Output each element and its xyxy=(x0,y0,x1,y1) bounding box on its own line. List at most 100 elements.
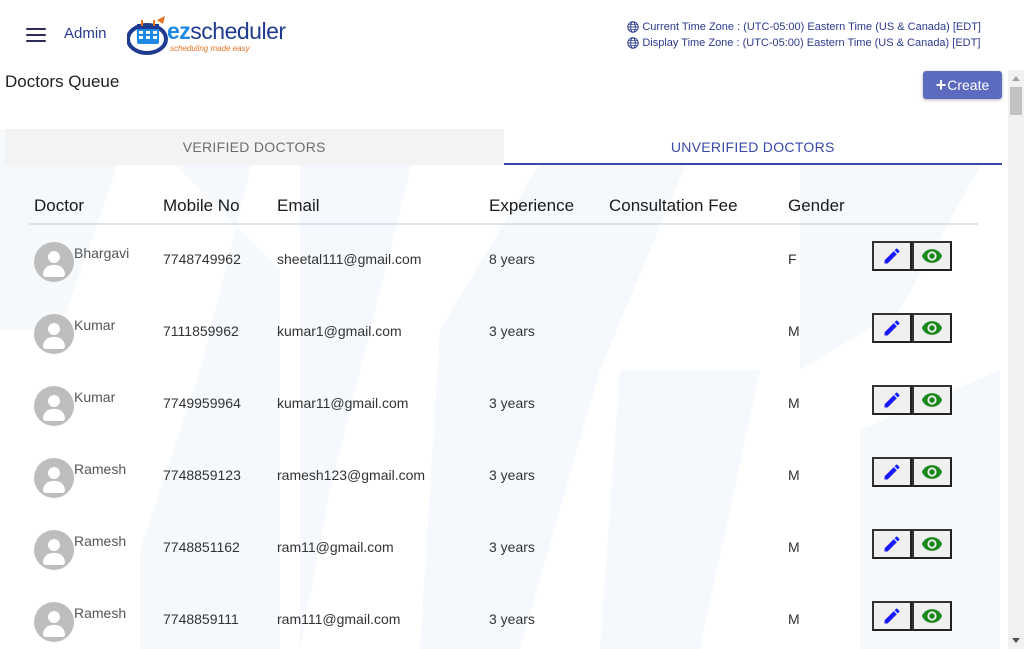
view-button[interactable] xyxy=(912,529,952,559)
doctors-table: Doctor Mobile No Email Experience Consul… xyxy=(29,165,978,649)
edit-button[interactable] xyxy=(872,529,912,559)
pencil-icon xyxy=(884,608,900,624)
table-row: Kumar 7749959964 kumar11@gmail.com 3 yea… xyxy=(29,369,978,441)
timezone-info: Current Time Zone : (UTC-05:00) Eastern … xyxy=(627,19,981,51)
person-icon xyxy=(48,467,60,479)
person-icon xyxy=(48,611,60,623)
scrollbar-thumb[interactable] xyxy=(1010,87,1022,115)
eye-icon xyxy=(921,393,943,407)
eye-icon xyxy=(921,609,943,623)
top-bar: Admin ezscheduler scheduling made easy C… xyxy=(0,0,1024,70)
doctor-tabs: VERIFIED DOCTORS UNVERIFIED DOCTORS xyxy=(5,129,1002,165)
mobile-number: 7111859962 xyxy=(163,323,239,339)
globe-icon xyxy=(627,37,640,49)
column-header-email: Email xyxy=(277,196,320,215)
experience: 3 years xyxy=(489,611,535,627)
logo-wordmark: ezscheduler xyxy=(167,18,286,44)
email: sheetal111@gmail.com xyxy=(277,251,422,267)
doctor-name: Kumar xyxy=(74,317,116,333)
doctor-name: Ramesh xyxy=(74,533,127,549)
gender: M xyxy=(788,395,800,411)
avatar xyxy=(34,602,74,642)
ezscheduler-logo[interactable]: ezscheduler scheduling made easy xyxy=(127,14,297,56)
scroll-up-arrow-icon[interactable] xyxy=(1012,76,1020,81)
view-button[interactable] xyxy=(912,601,952,631)
person-icon xyxy=(48,539,60,551)
eye-icon xyxy=(921,321,943,335)
view-button[interactable] xyxy=(912,385,952,415)
column-header-mobile: Mobile No xyxy=(163,196,240,215)
avatar xyxy=(34,386,74,426)
mobile-number: 7748749962 xyxy=(163,251,241,267)
create-button[interactable]: + Create xyxy=(923,71,1002,99)
person-icon xyxy=(48,323,60,335)
experience: 8 years xyxy=(489,251,535,267)
tab-verified-doctors[interactable]: VERIFIED DOCTORS xyxy=(5,129,504,165)
table-row: Bhargavi 7748749962 sheetal111@gmail.com… xyxy=(29,225,978,297)
column-header-doctor: Doctor xyxy=(34,196,85,215)
edit-button[interactable] xyxy=(872,313,912,343)
view-button[interactable] xyxy=(912,457,952,487)
doctor-name: Ramesh xyxy=(74,461,127,477)
column-header-experience: Experience xyxy=(489,196,575,215)
admin-label: Admin xyxy=(64,25,107,42)
table-row: Ramesh 7748851162 ram11@gmail.com 3 year… xyxy=(29,513,978,585)
experience: 3 years xyxy=(489,467,535,483)
pencil-icon xyxy=(884,464,900,480)
display-timezone: Display Time Zone : (UTC-05:00) Eastern … xyxy=(627,35,981,51)
pencil-icon xyxy=(884,320,900,336)
pencil-icon xyxy=(884,248,900,264)
pencil-icon xyxy=(884,536,900,552)
view-button[interactable] xyxy=(912,241,952,271)
gender: F xyxy=(788,251,797,267)
mobile-number: 7748851162 xyxy=(163,539,240,555)
experience: 3 years xyxy=(489,539,535,555)
edit-button[interactable] xyxy=(872,457,912,487)
pencil-icon xyxy=(884,392,900,408)
logo-tagline: scheduling made easy xyxy=(170,44,250,53)
gender: M xyxy=(788,611,800,627)
experience: 3 years xyxy=(489,395,535,411)
table-row: Kumar 7111859962 kumar1@gmail.com 3 year… xyxy=(29,297,978,369)
email: ramesh123@gmail.com xyxy=(277,467,426,483)
gender: M xyxy=(788,539,800,555)
edit-button[interactable] xyxy=(872,385,912,415)
doctor-name: Ramesh xyxy=(74,605,127,621)
display-timezone-text: Display Time Zone : (UTC-05:00) Eastern … xyxy=(642,37,981,49)
page-title: Doctors Queue xyxy=(5,72,120,91)
eye-icon xyxy=(921,249,943,263)
eye-icon xyxy=(921,537,943,551)
mobile-number: 7748859111 xyxy=(163,611,239,627)
avatar xyxy=(34,458,74,498)
calendar-logo-icon xyxy=(127,16,168,55)
person-icon xyxy=(48,395,60,407)
gender: M xyxy=(788,467,800,483)
experience: 3 years xyxy=(489,323,535,339)
view-button[interactable] xyxy=(912,313,952,343)
column-header-fee: Consultation Fee xyxy=(609,196,738,215)
email: ram111@gmail.com xyxy=(277,611,401,627)
table-row: Ramesh 7748859111 ram111@gmail.com 3 yea… xyxy=(29,585,978,649)
doctor-name: Bhargavi xyxy=(74,245,130,261)
avatar xyxy=(34,314,74,354)
edit-button[interactable] xyxy=(872,241,912,271)
create-button-label: Create xyxy=(947,77,990,93)
hamburger-menu-icon[interactable] xyxy=(26,28,46,42)
table-row: Ramesh 7748859123 ramesh123@gmail.com 3 … xyxy=(29,441,978,513)
globe-icon xyxy=(627,21,640,33)
avatar xyxy=(34,530,74,570)
edit-button[interactable] xyxy=(872,601,912,631)
tab-unverified-doctors[interactable]: UNVERIFIED DOCTORS xyxy=(503,129,1002,165)
doctor-name: Kumar xyxy=(74,389,116,405)
person-icon xyxy=(48,251,60,263)
table-header: Doctor Mobile No Email Experience Consul… xyxy=(29,165,978,225)
current-timezone: Current Time Zone : (UTC-05:00) Eastern … xyxy=(627,19,981,35)
vertical-scrollbar[interactable] xyxy=(1008,70,1024,649)
email: ram11@gmail.com xyxy=(277,539,394,555)
scroll-down-arrow-icon[interactable] xyxy=(1012,638,1020,643)
gender: M xyxy=(788,323,800,339)
plus-icon: + xyxy=(935,75,947,95)
avatar xyxy=(34,242,74,282)
mobile-number: 7748859123 xyxy=(163,467,241,483)
eye-icon xyxy=(921,465,943,479)
